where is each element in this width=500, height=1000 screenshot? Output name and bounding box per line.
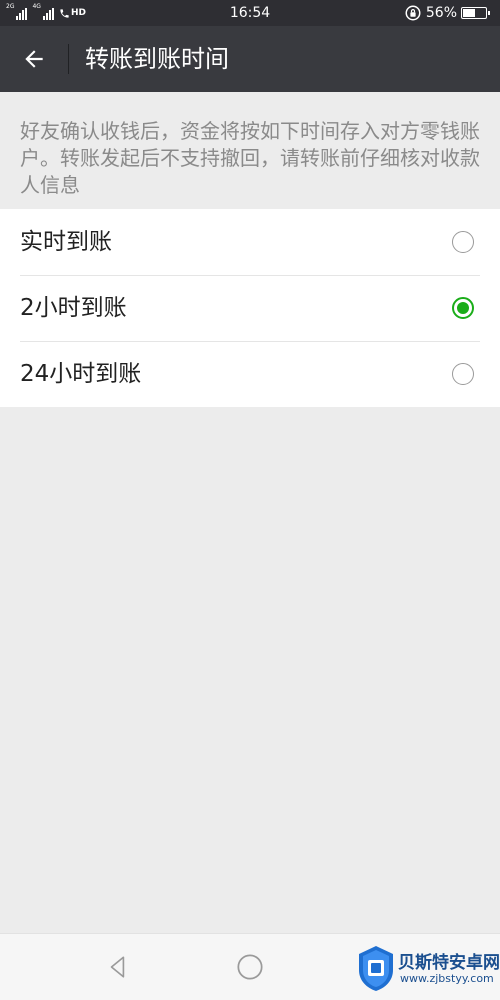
battery-percent: 56% <box>425 5 457 21</box>
back-button[interactable] <box>0 26 68 92</box>
app-header: 转账到账时间 <box>0 26 500 92</box>
option-realtime[interactable]: 实时到账 <box>0 209 500 275</box>
watermark-logo-icon <box>359 946 393 991</box>
option-24-hours[interactable]: 24小时到账 <box>0 341 500 407</box>
page-title: 转账到账时间 <box>85 45 229 73</box>
option-label: 2小时到账 <box>20 295 127 321</box>
status-bar: 2G 4G HD 16:54 56% <box>0 0 500 26</box>
option-label: 实时到账 <box>20 229 112 255</box>
arrival-time-options: 实时到账 2小时到账 24小时到账 <box>0 209 500 407</box>
header-divider <box>68 44 69 74</box>
system-nav-bar: 贝斯特安卓网 www.zjbstyy.com <box>0 933 500 1000</box>
arrow-left-icon <box>25 50 43 68</box>
battery-icon <box>461 7 490 19</box>
option-label: 24小时到账 <box>20 361 142 387</box>
watermark-url: www.zjbstyy.com <box>400 972 494 985</box>
radio-unchecked-icon[interactable] <box>452 363 474 385</box>
transfer-description: 好友确认收钱后，资金将按如下时间存入对方零钱账户。转账发起后不支持撤回，请转账前… <box>20 119 480 197</box>
nav-home-button[interactable] <box>234 951 266 983</box>
nav-home-icon <box>237 954 263 980</box>
battery-level-fill <box>463 9 475 17</box>
radio-unchecked-icon[interactable] <box>452 231 474 253</box>
status-right-icons: 56% <box>404 4 490 22</box>
nav-back-icon <box>110 956 125 978</box>
nav-back-button[interactable] <box>102 951 134 983</box>
watermark: 贝斯特安卓网 www.zjbstyy.com <box>356 940 500 996</box>
watermark-text: 贝斯特安卓网 <box>398 953 500 973</box>
radio-checked-icon[interactable] <box>452 297 474 319</box>
rotation-lock-icon <box>405 5 421 21</box>
option-2-hours[interactable]: 2小时到账 <box>0 275 500 341</box>
